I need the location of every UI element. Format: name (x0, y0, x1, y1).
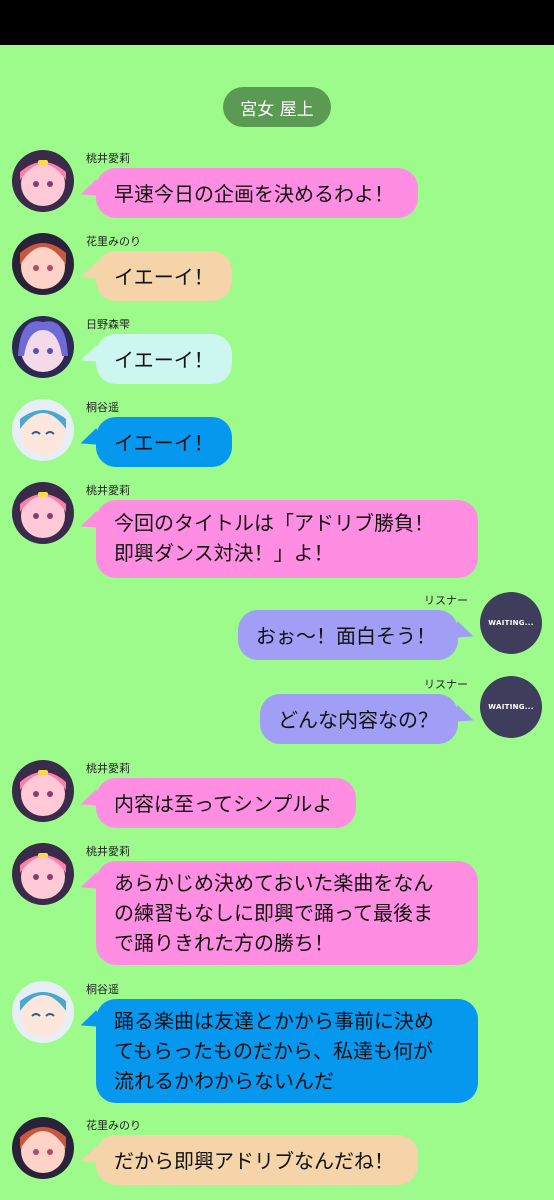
sender-name: 桃井愛莉 (86, 484, 130, 497)
sender-name: リスナー (424, 678, 468, 691)
avatar-listener[interactable]: WAITING... (480, 592, 542, 654)
message-bubble[interactable]: あらかじめ決めておいた楽曲をなん の練習もなしに即興で踊って最後ま で踊りきれた… (96, 861, 478, 965)
message-bubble[interactable]: どんな内容なの？ (260, 694, 458, 744)
avatar-minori[interactable] (12, 1117, 74, 1179)
message-bubble[interactable]: イエーイ！ (96, 417, 232, 467)
sender-name: 桃井愛莉 (86, 845, 130, 858)
sender-name: 桃井愛莉 (86, 152, 130, 165)
message-bubble[interactable]: おぉ～！面白そう！ (238, 610, 458, 660)
sender-name: 桐谷遥 (86, 401, 119, 414)
sender-name: 桐谷遥 (86, 983, 119, 996)
message-bubble[interactable]: 踊る楽曲は友達とかから事前に決め てもらったものだから、私達も何が 流れるかわか… (96, 999, 478, 1103)
message-bubble[interactable]: 早速今日の企画を決めるわよ！ (96, 168, 418, 218)
location-label: 宮女 屋上 (223, 87, 331, 127)
avatar-airi[interactable] (12, 843, 74, 905)
avatar-airi[interactable] (12, 760, 74, 822)
status-bar (0, 0, 554, 45)
avatar-shizuku[interactable] (12, 316, 74, 378)
message-bubble[interactable]: イエーイ！ (96, 251, 232, 301)
message-bubble[interactable]: イエーイ！ (96, 334, 232, 384)
avatar-listener[interactable]: WAITING... (480, 676, 542, 738)
sender-name: 花里みのり (86, 1119, 141, 1132)
avatar-airi[interactable] (12, 482, 74, 544)
avatar-airi[interactable] (12, 150, 74, 212)
message-bubble[interactable]: 今回のタイトルは「アドリブ勝負！ 即興ダンス対決！」よ！ (96, 500, 478, 578)
message-bubble[interactable]: 内容は至ってシンプルよ (96, 778, 356, 828)
sender-name: 桃井愛莉 (86, 762, 130, 775)
sender-name: リスナー (424, 594, 468, 607)
avatar-haruka[interactable] (12, 399, 74, 461)
sender-name: 日野森雫 (86, 318, 130, 331)
sender-name: 花里みのり (86, 235, 141, 248)
avatar-haruka[interactable] (12, 981, 74, 1043)
avatar-minori[interactable] (12, 233, 74, 295)
message-bubble[interactable]: だから即興アドリブなんだね！ (96, 1135, 418, 1185)
